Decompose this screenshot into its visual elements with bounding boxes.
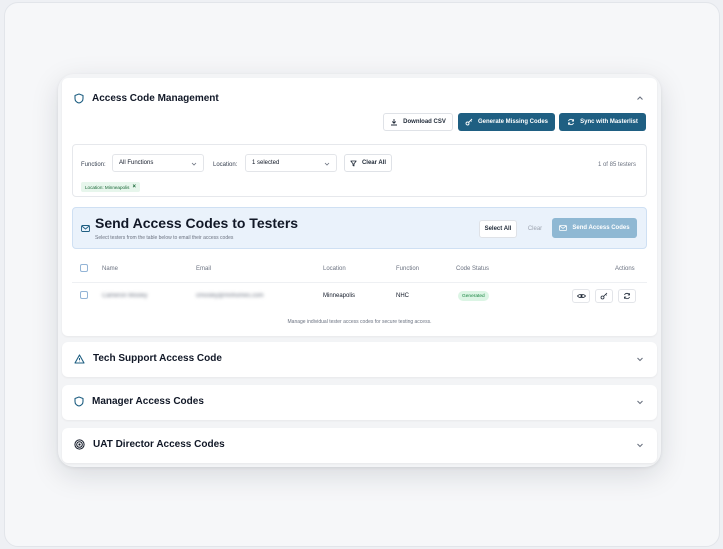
table-footnote: Manage individual tester access codes fo… — [287, 319, 432, 325]
tester-name: Cameron Mosley — [102, 293, 148, 299]
filter-icon — [350, 160, 357, 166]
chevron-down-icon[interactable] — [635, 354, 645, 364]
tester-count: 1 of 85 testers — [597, 162, 636, 168]
tester-email: cmosley@mnhomes.com — [196, 293, 264, 299]
location-filter-label: Location: — [213, 162, 238, 168]
tech-support-section[interactable]: Tech Support Access Code — [62, 342, 657, 377]
tester-location: Minneapolis — [323, 293, 356, 299]
refresh-icon — [624, 292, 630, 300]
mail-icon — [559, 225, 568, 231]
sync-code-button[interactable] — [618, 289, 636, 303]
send-panel-subtitle: Select testers from the table below to e… — [95, 235, 234, 241]
section-title: Tech Support Access Code — [93, 353, 222, 364]
warning-triangle-icon — [74, 353, 85, 364]
mail-icon — [81, 225, 90, 232]
location-select[interactable]: 1 selected — [245, 154, 337, 172]
code-status-badge: Generated — [458, 291, 489, 301]
column-header-code-status: Code Status — [456, 266, 490, 272]
filter-bar: Function: All Functions Location: 1 sele… — [72, 144, 647, 197]
sync-masterlist-button[interactable]: Sync with Masterlist — [559, 113, 646, 131]
table-divider — [72, 282, 647, 283]
select-all-button[interactable]: Select All — [479, 220, 517, 238]
shield-icon — [74, 396, 84, 407]
access-code-card: Access Code Management Download CSV Gene… — [58, 74, 661, 467]
section-header[interactable]: Access Code Management — [74, 93, 219, 104]
chevron-down-icon[interactable] — [635, 440, 645, 450]
send-panel-title: Send Access Codes to Testers — [95, 215, 299, 231]
access-code-management-section: Access Code Management Download CSV Gene… — [62, 78, 657, 336]
view-code-button[interactable] — [572, 289, 590, 303]
chevron-down-icon[interactable] — [635, 397, 645, 407]
chevron-up-icon[interactable] — [635, 93, 645, 103]
section-title: UAT Director Access Codes — [93, 439, 225, 450]
function-select[interactable]: All Functions — [112, 154, 204, 172]
row-checkbox[interactable] — [80, 291, 88, 299]
chevron-down-icon — [191, 162, 197, 166]
section-header: Manager Access Codes — [74, 396, 204, 407]
close-icon[interactable]: × — [132, 184, 136, 190]
tester-function: NHC — [396, 293, 409, 299]
eye-icon — [576, 293, 586, 299]
section-header: Tech Support Access Code — [74, 353, 222, 364]
active-filter-chip: Location: Minneapolis × — [81, 182, 140, 192]
column-header-email: Email — [196, 266, 212, 272]
shield-icon — [74, 93, 84, 104]
key-icon — [465, 118, 473, 126]
clear-all-button[interactable]: Clear All — [344, 154, 392, 172]
clear-selection-button[interactable]: Clear — [522, 220, 548, 238]
section-header: UAT Director Access Codes — [74, 439, 225, 450]
section-title: Manager Access Codes — [92, 396, 204, 407]
key-icon — [600, 292, 608, 300]
chevron-down-icon — [324, 162, 330, 166]
send-access-codes-button[interactable]: Send Access Codes — [552, 218, 637, 238]
column-header-location: Location — [323, 266, 346, 272]
refresh-icon — [568, 118, 575, 126]
select-all-checkbox[interactable] — [80, 264, 88, 272]
download-icon — [391, 119, 398, 126]
column-header-name: Name — [102, 266, 119, 272]
target-icon — [74, 439, 85, 450]
regenerate-code-button[interactable] — [595, 289, 613, 303]
uat-director-section[interactable]: UAT Director Access Codes — [62, 428, 657, 463]
column-header-function: Function — [396, 266, 420, 272]
column-header-actions: Actions — [615, 266, 635, 272]
generate-missing-codes-button[interactable]: Generate Missing Codes — [458, 113, 555, 131]
manager-section[interactable]: Manager Access Codes — [62, 385, 657, 420]
section-title: Access Code Management — [92, 93, 219, 104]
function-filter-label: Function: — [81, 162, 106, 168]
download-csv-button[interactable]: Download CSV — [383, 113, 453, 131]
send-access-codes-panel: Send Access Codes to Testers Select test… — [72, 207, 647, 249]
